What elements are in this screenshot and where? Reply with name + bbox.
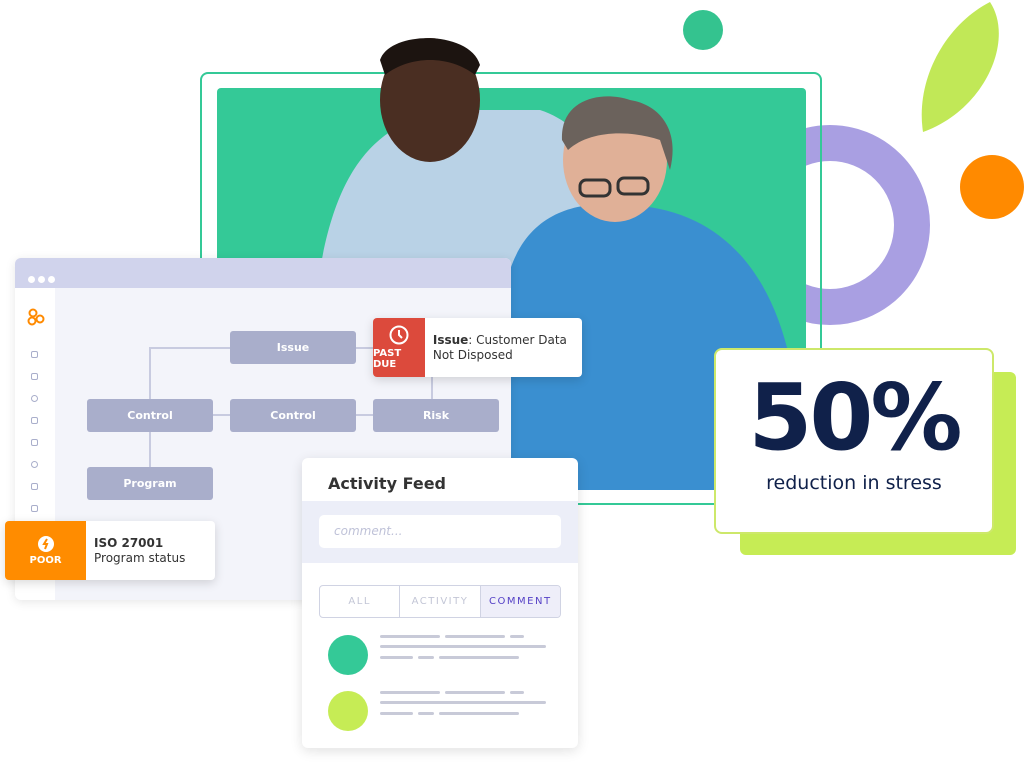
lightning-icon: [37, 535, 54, 552]
feed-tabs: ALL ACTIVITY COMMENT: [319, 585, 561, 618]
avatar: [328, 691, 368, 731]
past-due-badge: PAST DUE: [373, 318, 425, 377]
feed-title: Activity Feed: [328, 474, 446, 493]
avatar: [328, 635, 368, 675]
shield-icon[interactable]: [31, 395, 38, 402]
node-program[interactable]: Program: [87, 467, 213, 500]
workflow-icon[interactable]: [31, 417, 38, 424]
activity-feed-panel: Activity Feed comment... ALL ACTIVITY CO…: [302, 458, 578, 748]
badge-label: PAST DUE: [373, 348, 402, 370]
list-item: [302, 691, 578, 747]
comment-input[interactable]: comment...: [319, 515, 561, 548]
stat-card: 50% reduction in stress: [714, 348, 994, 534]
window-dot: [28, 276, 35, 283]
window-titlebar: [15, 258, 511, 288]
tab-activity[interactable]: ACTIVITY: [400, 586, 481, 617]
tab-all[interactable]: ALL: [320, 586, 401, 617]
clock-icon: [389, 325, 409, 345]
badge-label: POOR: [29, 554, 62, 566]
node-issue[interactable]: Issue: [230, 331, 356, 364]
issue-label: Issue: [432, 332, 469, 347]
list-item: [302, 635, 578, 691]
decor-orange-dot: [960, 155, 1024, 219]
leaf-decoration: [921, 2, 999, 132]
program-subtitle: Program status: [94, 550, 186, 565]
clipboard-icon[interactable]: [31, 505, 38, 512]
app-logo-icon: [27, 308, 45, 326]
stat-caption: reduction in stress: [766, 472, 942, 494]
program-status-card[interactable]: POOR ISO 27001 Program status: [5, 521, 215, 580]
tab-comment[interactable]: COMMENT: [480, 586, 560, 617]
gauge-icon[interactable]: [31, 461, 38, 468]
dashboard-icon[interactable]: [31, 351, 38, 358]
stat-value: 50%: [748, 364, 962, 471]
node-risk[interactable]: Risk: [373, 399, 499, 432]
node-control[interactable]: Control: [87, 399, 213, 432]
document-icon[interactable]: [31, 439, 38, 446]
box-icon[interactable]: [31, 373, 38, 380]
past-due-text: Issue: Customer Data Not Disposed: [425, 318, 582, 377]
window-dot: [38, 276, 45, 283]
program-title: ISO 27001: [94, 535, 164, 550]
node-control[interactable]: Control: [230, 399, 356, 432]
report-icon[interactable]: [31, 483, 38, 490]
poor-badge: POOR: [5, 521, 86, 580]
window-dot: [48, 276, 55, 283]
past-due-card[interactable]: PAST DUE Issue: Customer Data Not Dispos…: [373, 318, 582, 377]
